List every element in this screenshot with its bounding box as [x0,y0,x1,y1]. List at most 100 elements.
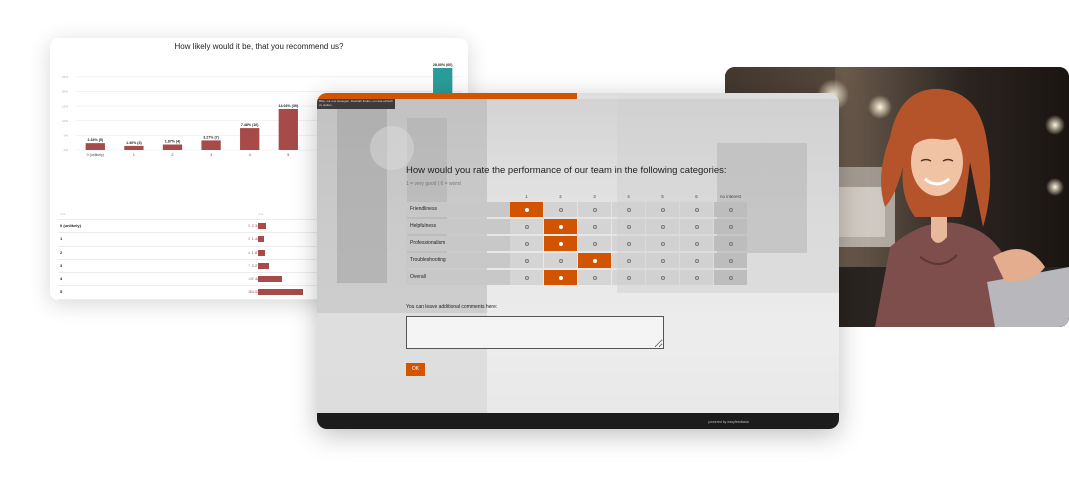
rating-option[interactable] [578,270,611,285]
hint-tooltip: Bitte, wir uns bewegen. Deshalb finden, … [317,99,395,109]
rating-option[interactable] [646,270,679,285]
radio-icon [524,224,529,229]
rating-option[interactable] [612,202,645,217]
chart-title: How likely would it be, that you recomme… [174,42,344,51]
rating-option[interactable] [646,253,679,268]
bar [124,145,144,150]
radio-icon [694,258,699,263]
radio-icon [558,224,563,229]
rating-option[interactable] [714,236,747,251]
data-label: 3.27% (7) [203,135,219,139]
rating-option[interactable] [544,236,577,251]
x-tick-label: 4 [249,153,251,157]
radio-icon [558,258,563,263]
data-label: 14.02% (30) [279,104,299,108]
rating-option[interactable] [578,236,611,251]
comment-label: You can leave additional comments here: [406,304,498,310]
radio-icon [694,275,699,280]
rating-option[interactable] [510,270,543,285]
rating-option[interactable] [680,202,713,217]
stats-row-count: 30 [248,289,253,295]
rating-option[interactable] [612,219,645,234]
scale-hint: 1 = very good | 6 = worst [406,181,461,187]
stats-row-count: 7 [248,262,251,268]
rating-option[interactable] [612,253,645,268]
radio-icon [558,241,563,246]
y-tick-label: 20% [62,90,68,94]
stats-row-label: 4 [60,276,63,282]
radio-icon [660,258,665,263]
column-header: 1 [525,194,528,199]
data-label: 7.48% (16) [241,123,259,127]
radio-icon [626,275,631,280]
rating-option[interactable] [578,219,611,234]
rating-option[interactable] [646,236,679,251]
rating-option[interactable] [612,236,645,251]
x-tick-label: 0 (unlikely) [87,153,104,157]
radio-icon [728,258,733,263]
radio-icon [592,207,597,212]
rating-option[interactable] [578,202,611,217]
radio-icon [626,241,631,246]
column-header: 6 [695,194,698,199]
column-header: 4 [627,194,630,199]
question-title: How would you rate the performance of ou… [406,165,727,176]
rating-option[interactable] [510,219,543,234]
radio-icon [592,258,597,263]
rating-option[interactable] [714,202,747,217]
rating-option[interactable] [544,270,577,285]
bar [278,108,298,150]
matrix-row: Friendliness [406,202,751,217]
radio-icon [626,224,631,229]
rating-option[interactable] [612,270,645,285]
rating-option[interactable] [510,253,543,268]
survey-footer: powered by easyfeedback [317,413,839,429]
rating-option[interactable] [714,219,747,234]
rating-option[interactable] [714,253,747,268]
radio-icon [592,275,597,280]
rating-option[interactable] [544,202,577,217]
rating-option[interactable] [578,253,611,268]
stats-row-bar [258,249,265,256]
matrix-row: Helpfulness [406,219,751,234]
matrix-row: Overall [406,270,751,285]
rating-option[interactable] [680,236,713,251]
stats-row-bar [258,289,303,296]
radio-icon [592,241,597,246]
stats-row-bar [258,276,282,283]
radio-icon [728,207,733,212]
y-tick-label: 15% [62,104,68,108]
comment-textarea[interactable] [406,316,664,349]
rating-option[interactable] [714,270,747,285]
stats-row-bar [258,236,264,243]
rating-option[interactable] [680,219,713,234]
radio-icon [524,275,529,280]
y-tick-label: 25% [62,75,68,79]
x-tick-label: 1 [133,153,135,157]
radio-icon [660,207,665,212]
column-header: 3 [593,194,596,199]
rating-option[interactable] [510,236,543,251]
rating-option[interactable] [510,202,543,217]
survey-card: Bitte, wir uns bewegen. Deshalb finden, … [317,93,839,429]
data-label: 2.34% (5) [88,138,104,142]
rating-option[interactable] [680,270,713,285]
stats-row-count: 16 [248,276,253,282]
bar [85,143,105,150]
rating-option[interactable] [544,219,577,234]
rating-option[interactable] [544,253,577,268]
stats-row-count: 3 [248,236,251,242]
rating-option[interactable] [646,202,679,217]
radio-icon [626,207,631,212]
stats-row-bar [258,262,270,269]
radio-icon [728,275,733,280]
ok-button[interactable]: OK [406,363,425,376]
rating-option[interactable] [680,253,713,268]
radio-icon [626,258,631,263]
rating-option[interactable] [646,219,679,234]
x-tick-label: 2 [172,153,174,157]
y-tick-label: 0% [64,148,69,152]
stats-row-count: 4 [248,249,251,255]
matrix-row: Troubleshooting [406,253,751,268]
column-header: no interest [719,194,741,199]
